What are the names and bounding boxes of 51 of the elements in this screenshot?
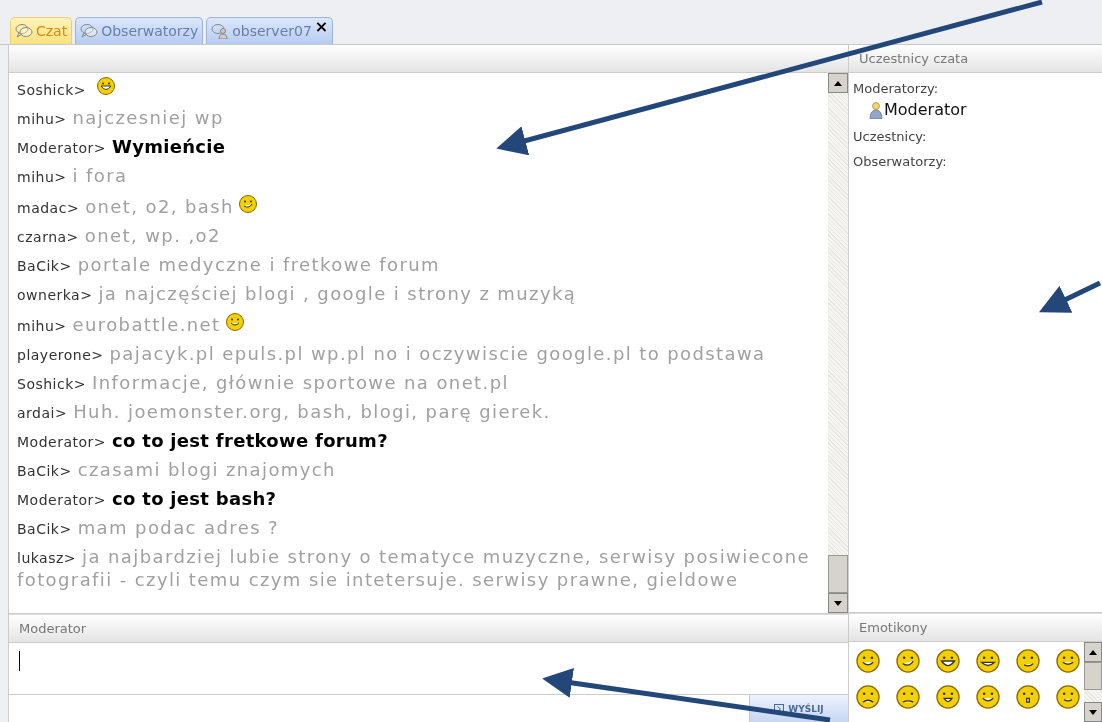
scroll-thumb[interactable] [828, 555, 848, 593]
scrollbar[interactable] [1084, 642, 1102, 722]
user-icon [869, 101, 883, 119]
chat-message: ownerka> ja najczęściej blogi , google i strony z muzyką [17, 283, 578, 306]
chat-message: Moderator> co to jest bash? [17, 488, 278, 511]
smiley-icon[interactable] [935, 684, 961, 710]
participant-item[interactable]: Moderator [869, 100, 1098, 119]
chat-message: BaCik> czasami blogi znajomych [17, 459, 337, 482]
smiley-icon[interactable] [1055, 684, 1081, 710]
chat-message: lukasz> ja najbardziej lubie strony o tematyce muzyczne, serwisy posiwiecone fotografii - czyli temu czym sie intetersuje. serwisy prawne, gieldowe [17, 546, 812, 591]
chat-message: ardai> Huh. joemonster.org, bash, blogi, parę gierek. [17, 401, 552, 424]
scroll-thumb[interactable] [1084, 662, 1102, 690]
send-icon [774, 703, 785, 714]
chat-message: madac> onet, o2, bash [17, 194, 822, 219]
smiley-icon[interactable] [935, 648, 961, 674]
chat-message: playerone> pajacyk.pl epuls.pl wp.pl no i oczywiscie google.pl to podstawa [17, 343, 767, 366]
close-icon[interactable]: × [314, 19, 329, 35]
smiley-icon[interactable] [895, 684, 921, 710]
user-bubble-icon [211, 23, 230, 39]
smiley-icon[interactable] [855, 648, 881, 674]
smiley-icon[interactable] [975, 648, 1001, 674]
panel-title: Emotikony [859, 620, 928, 635]
up-arrow-icon[interactable] [1089, 649, 1097, 655]
group-label: Obserwatorzy: [853, 154, 948, 169]
chat-message: Moderator> co to jest fretkowe forum? [17, 430, 389, 453]
chat-message: BaCik> portale medyczne i fretkowe forum [17, 254, 442, 277]
smiley-icon[interactable] [1015, 648, 1041, 674]
chat-message: BaCik> mam podac adres ? [17, 517, 280, 540]
speech-bubbles-icon [15, 23, 33, 39]
chat-message: Soshick> [17, 76, 822, 101]
smiley-icon[interactable] [1015, 684, 1041, 710]
chat-message: mihu> najczesniej wp [17, 107, 225, 130]
group-label: Moderatorzy: [853, 81, 940, 96]
chat-message: mihu> eurobattle.net [17, 312, 822, 337]
smiley-icon[interactable] [855, 684, 881, 710]
down-arrow-icon[interactable] [834, 600, 842, 606]
group-label: Uczestnicy: [853, 129, 928, 144]
scrollbar[interactable] [828, 73, 848, 613]
panel-title: Uczestnicy czata [859, 51, 969, 66]
speech-bubbles-icon [80, 23, 99, 39]
smiley-icon[interactable] [895, 648, 921, 674]
annotation-arrow [1039, 280, 1102, 313]
down-arrow-icon[interactable] [1089, 709, 1097, 715]
chat-message: czarna> onet, wp. ,o2 [17, 225, 222, 248]
up-arrow-icon[interactable] [834, 80, 842, 86]
chat-message: Soshick> Informacje, głównie sportowe na onet.pl [17, 372, 510, 395]
chat-message: mihu> i fora [17, 165, 129, 188]
smiley-icon[interactable] [975, 684, 1001, 710]
panel-title: Moderator [19, 621, 87, 636]
smiley-icon[interactable] [1055, 648, 1081, 674]
chat-message: Moderator> Wymieńcie [17, 136, 227, 159]
